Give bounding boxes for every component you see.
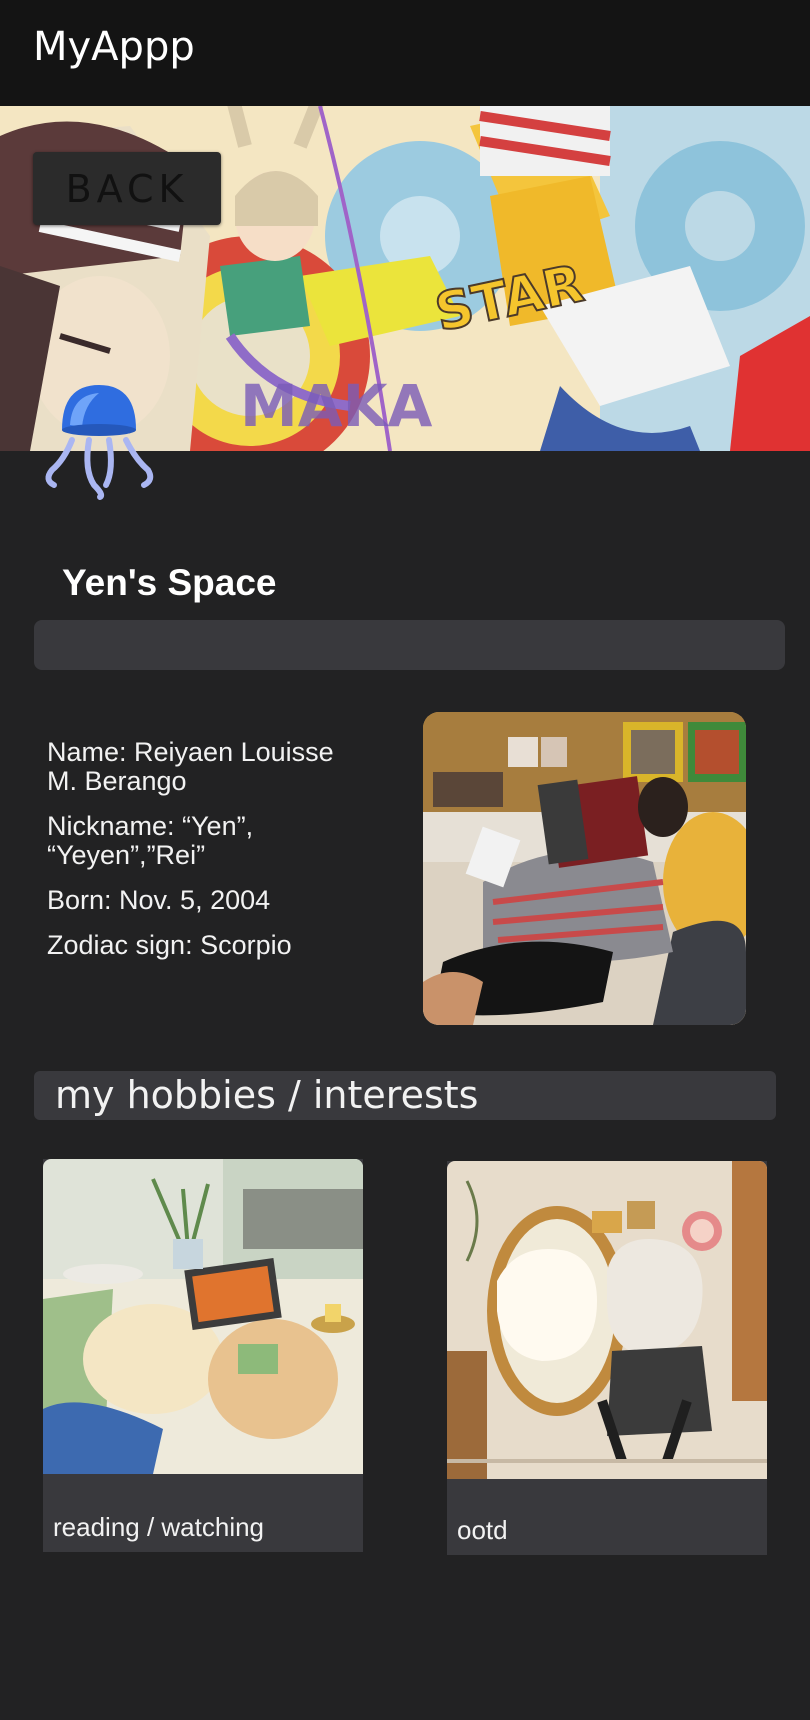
jellyfish-avatar-icon	[44, 385, 154, 505]
name-text: Name: Reiyaen Louisse M. Berango	[47, 737, 334, 796]
hobby-card-reading[interactable]: reading / watching	[43, 1159, 363, 1552]
profile-photo	[423, 712, 746, 1025]
page-title: Yen's Space	[62, 562, 277, 603]
zodiac-text: Zodiac sign: Scorpio	[47, 930, 292, 960]
hobby-label-ootd: ootd	[457, 1515, 508, 1545]
hobbies-header: my hobbies / interests	[34, 1071, 776, 1120]
divider-bar	[34, 620, 785, 670]
back-button[interactable]: BACK	[33, 152, 221, 225]
app-bar: MyAppp	[0, 0, 810, 106]
svg-text:MAKA: MAKA	[240, 372, 433, 440]
app-title: MyAppp	[33, 24, 195, 70]
nickname-text: Nickname: “Yen”, “Yeyen”,”Rei”	[47, 811, 254, 870]
ootd-illustration	[447, 1161, 767, 1479]
hobbies-title: my hobbies / interests	[55, 1073, 479, 1117]
profile-info: Name: Reiyaen Louisse M. Berango Nicknam…	[47, 738, 387, 960]
born-text: Born: Nov. 5, 2004	[47, 885, 271, 915]
reading-illustration	[43, 1159, 363, 1474]
hobby-label-reading: reading / watching	[53, 1512, 265, 1542]
hobby-card-ootd[interactable]: ootd	[447, 1161, 767, 1555]
